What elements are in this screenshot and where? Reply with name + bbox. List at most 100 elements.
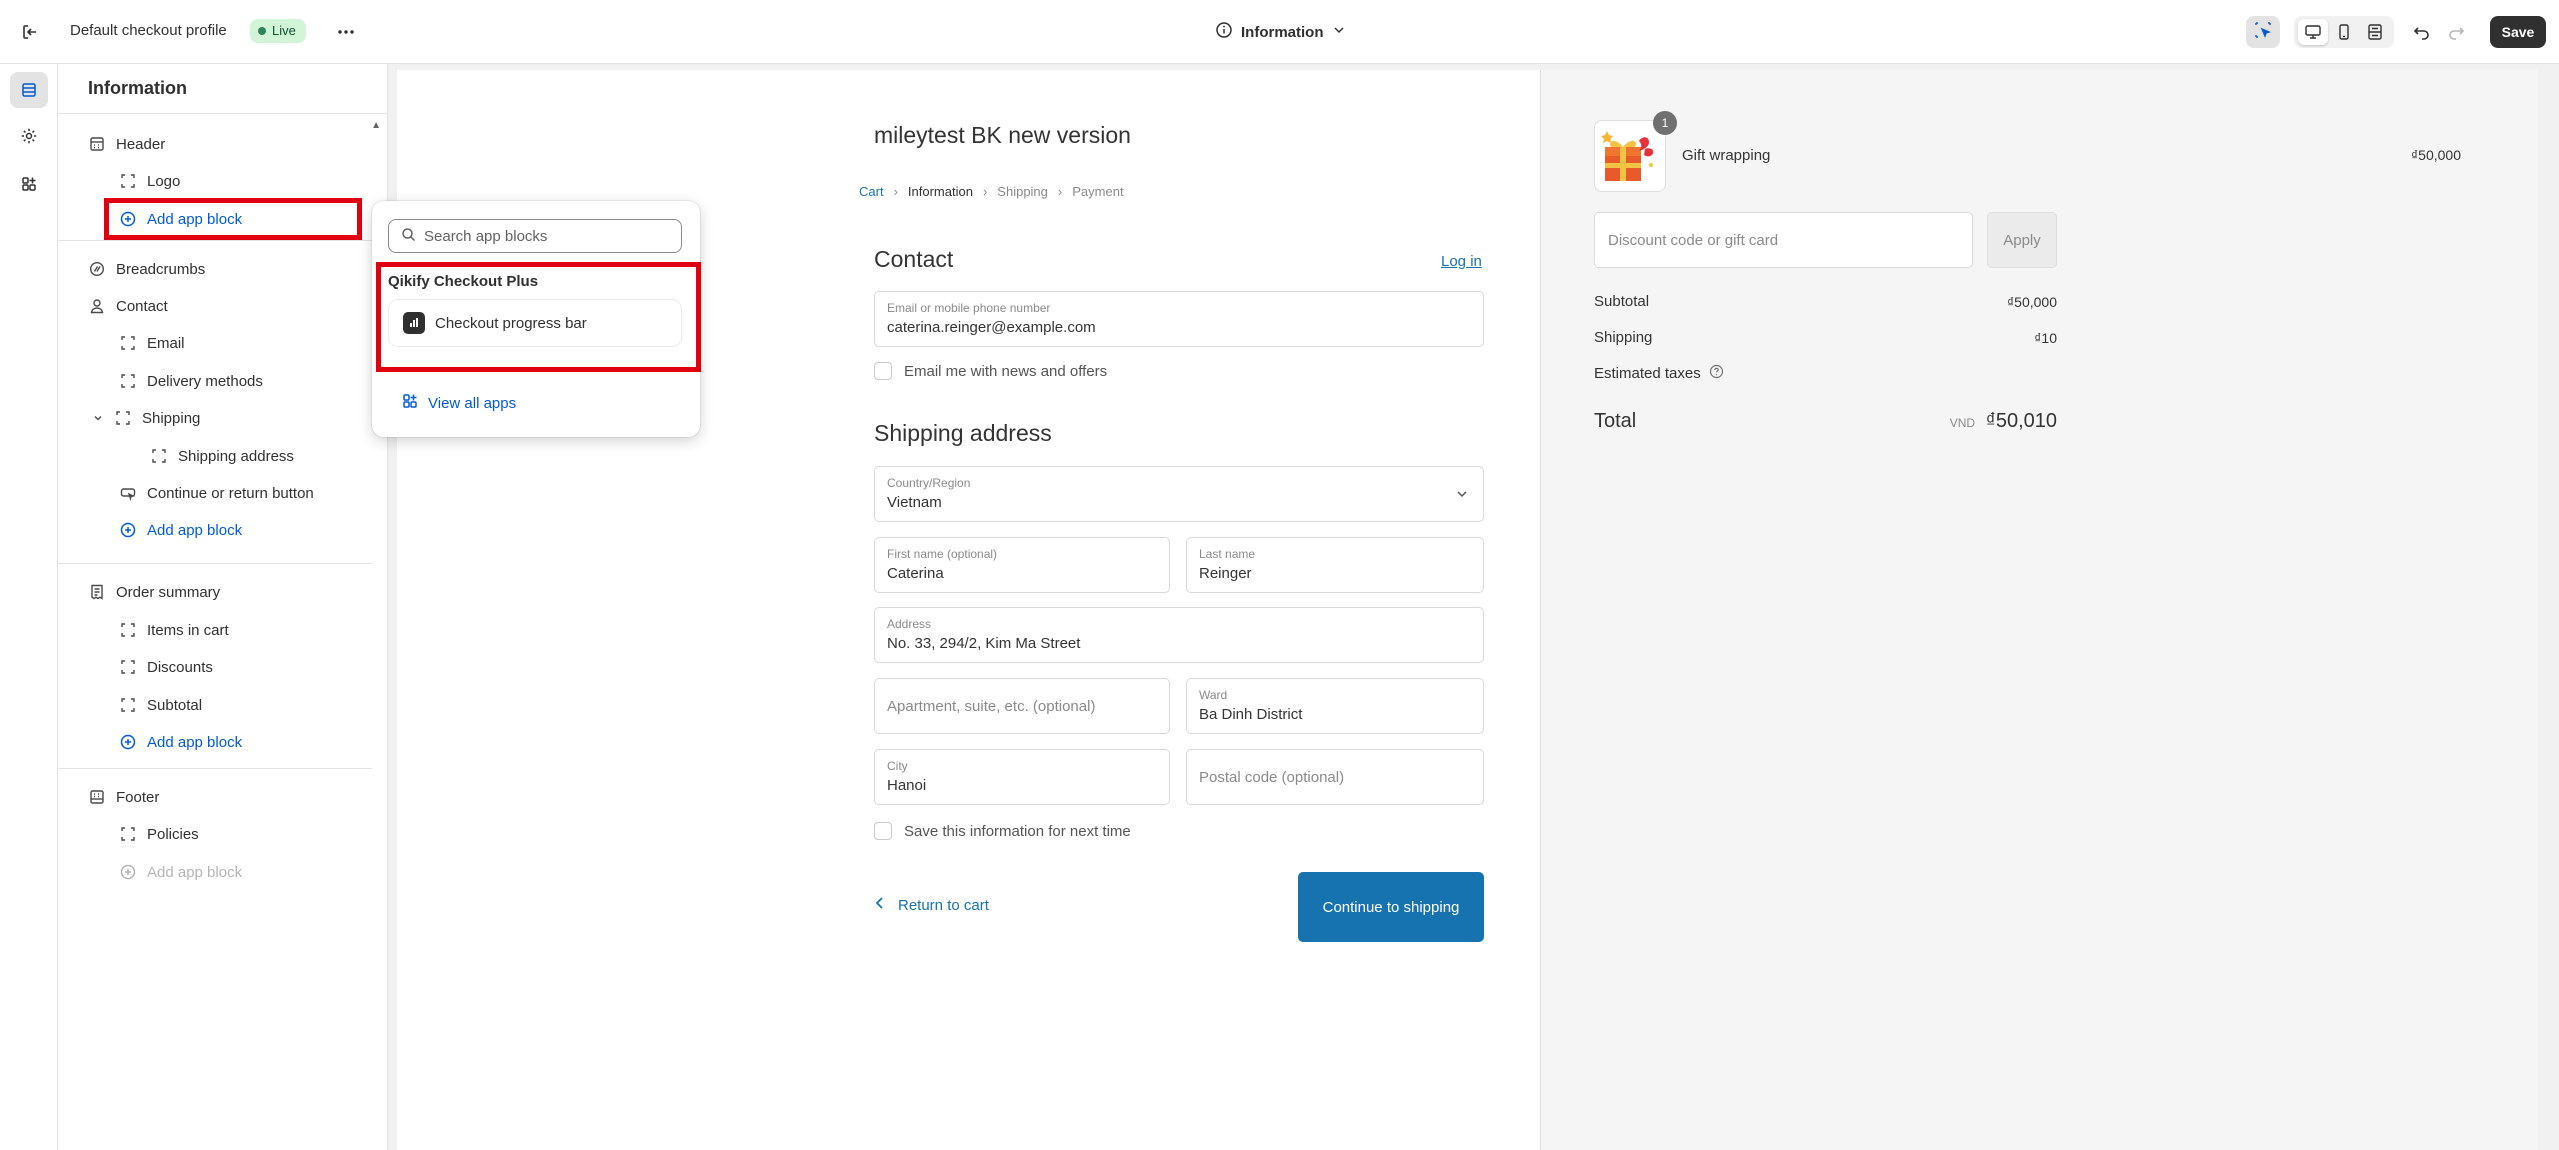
shipping-value: ₫10 [2034,329,2057,346]
breadcrumbs-icon [88,260,106,278]
ward-label: Ward [1199,688,1228,702]
checkbox[interactable] [874,362,892,380]
sidebar-item-header[interactable]: Header [88,130,165,158]
settings-icon[interactable] [10,118,48,154]
apply-discount-button[interactable]: Apply [1987,212,2057,268]
checkbox[interactable] [874,822,892,840]
subtotal-label: Subtotal [1594,293,1650,310]
continue-to-shipping-button[interactable]: Continue to shipping [1298,872,1484,942]
save-button[interactable]: Save [2490,16,2546,48]
product-name: Gift wrapping [1682,147,1771,164]
city-field[interactable]: City Hanoi [874,749,1170,805]
email-field-label: Email or mobile phone number [887,301,1051,315]
block-icon [119,658,137,676]
gift-image [1601,131,1654,181]
add-app-block-order-summary[interactable]: Add app block [119,728,242,756]
sidebar-item-delivery-methods[interactable]: Delivery methods [119,367,263,395]
save-info-checkbox[interactable]: Save this information for next time [874,822,1131,840]
icon-rail [0,64,58,1150]
undo-icon[interactable] [2410,20,2434,44]
chevron-right-icon: › [982,184,988,199]
sidebar-item-shipping-address[interactable]: Shipping address [150,442,294,470]
email-field-value: caterina.reinger@example.com [887,319,1096,336]
mobile-icon[interactable] [2329,19,2359,45]
checkout-preview: mileytest BK new version Cart › Informat… [397,70,2538,1150]
login-link[interactable]: Log in [1441,253,1482,270]
block-icon [119,621,137,639]
device-toggle [2294,16,2394,48]
sidebar-item-order-summary[interactable]: Order summary [88,578,220,606]
sections-icon[interactable] [10,72,48,108]
desktop-icon[interactable] [2298,19,2329,45]
sidebar-item-email[interactable]: Email [119,329,185,357]
apartment-field[interactable]: Apartment, suite, etc. (optional) [874,678,1170,734]
sidebar-item-shipping[interactable]: Shipping [92,404,200,432]
sidebar-item-subtotal[interactable]: Subtotal [119,691,202,719]
sidebar-item-continue-return[interactable]: Continue or return button [119,479,314,507]
highlight-box [376,262,701,372]
receipt-icon [88,583,106,601]
page-selector[interactable]: Information [1215,18,1346,46]
block-icon [119,372,137,390]
postal-code-placeholder: Postal code (optional) [1199,768,1345,786]
sidebar-item-breadcrumbs[interactable]: Breadcrumbs [88,255,205,283]
sidebar-divider [58,768,372,769]
total-label: Total [1594,410,1637,432]
plus-circle-icon [119,733,137,751]
breadcrumb-payment: Payment [1072,184,1124,199]
postal-code-field[interactable]: Postal code (optional) [1186,749,1484,805]
sidebar-item-discounts[interactable]: Discounts [119,653,213,681]
plus-circle-icon [119,863,137,881]
scroll-up-icon[interactable]: ▲ [371,120,381,131]
first-name-field[interactable]: First name (optional) Caterina [874,537,1170,593]
chevron-right-icon: › [1057,184,1063,199]
email-field[interactable]: Email or mobile phone number caterina.re… [874,291,1484,347]
exit-icon[interactable] [18,20,42,44]
more-icon[interactable] [334,20,358,44]
search-icon [401,227,416,246]
help-icon[interactable] [1709,364,1724,383]
apps-icon[interactable] [10,166,48,202]
sidebar-item-policies[interactable]: Policies [119,820,199,848]
newsletter-checkbox[interactable]: Email me with news and offers [874,362,1107,380]
search-placeholder: Search app blocks [424,227,548,245]
city-value: Hanoi [887,777,927,794]
highlight-box [104,198,362,240]
add-app-block-footer: Add app block [119,858,242,886]
sidebar-item-label: Subtotal [147,696,203,714]
return-to-cart-link[interactable]: Return to cart [874,896,989,914]
ward-field[interactable]: Ward Ba Dinh District [1186,678,1484,734]
order-summary-column: 1 Gift wrapping ₫50,000 Discount code or… [1541,70,2538,1150]
sidebar-item-logo[interactable]: Logo [119,167,180,195]
fullscreen-icon[interactable] [2360,19,2390,45]
chevron-down-icon[interactable] [92,409,104,427]
view-all-apps-link[interactable]: View all apps [402,393,516,413]
sidebar-item-label: Discounts [147,658,213,676]
select-tool-button[interactable] [2246,16,2280,48]
address-field[interactable]: Address No. 33, 294/2, Kim Ma Street [874,607,1484,663]
sidebar-item-label: Items in cart [147,621,229,639]
sidebar-item-footer[interactable]: Footer [88,783,159,811]
last-name-field[interactable]: Last name Reinger [1186,537,1484,593]
block-icon [150,447,168,465]
breadcrumb-cart[interactable]: Cart [859,184,884,199]
redo-icon[interactable] [2444,20,2468,44]
page-selector-label: Information [1241,23,1324,41]
country-select[interactable]: Country/Region Vietnam [874,466,1484,522]
plus-circle-icon [119,521,137,539]
breadcrumb: Cart › Information › Shipping › Payment [859,184,1124,199]
sidebar-item-label: Delivery methods [147,372,263,390]
sidebar-item-label: Policies [147,825,199,843]
discount-code-input[interactable]: Discount code or gift card [1594,212,1973,268]
add-app-block-contact[interactable]: Add app block [119,516,242,544]
sidebar-item-items-in-cart[interactable]: Items in cart [119,616,229,644]
search-app-blocks-input[interactable]: Search app blocks [388,219,682,253]
product-price: ₫50,000 [2411,147,2462,163]
block-icon [119,825,137,843]
block-icon [119,696,137,714]
person-icon [88,297,106,315]
sidebar-item-label: Shipping [142,409,201,427]
button-block-icon [119,484,137,502]
sidebar-item-contact[interactable]: Contact [88,292,168,320]
first-name-value: Caterina [887,565,944,582]
